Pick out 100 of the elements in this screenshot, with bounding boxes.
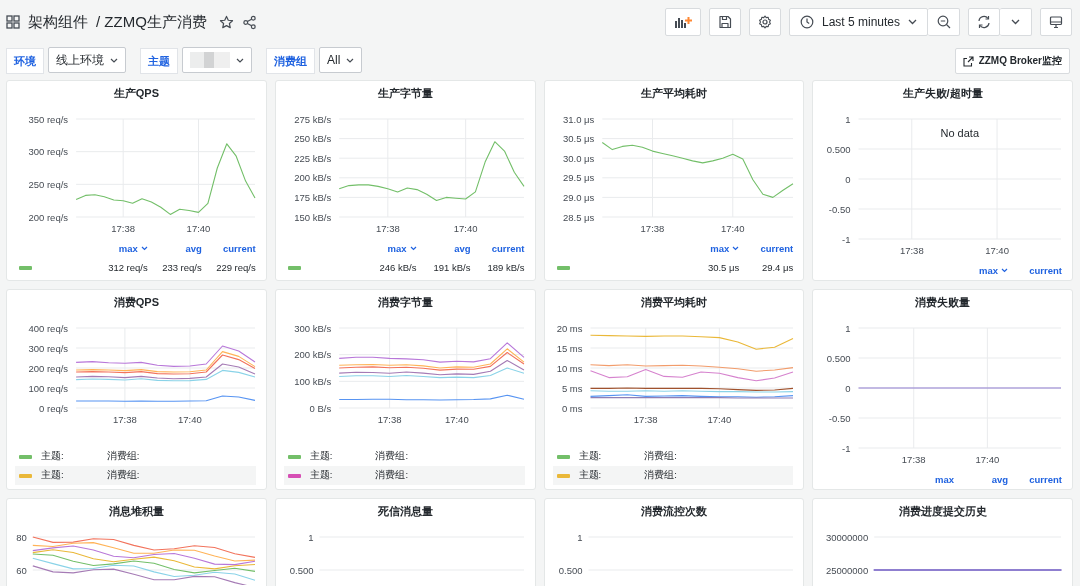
legend-label: 主题: (309, 450, 333, 463)
axis-label: 0.500 (826, 352, 851, 364)
caret-icon (908, 19, 917, 25)
legend-column-header[interactable]: current (739, 243, 794, 254)
axis-label: 100 kB/s (294, 375, 331, 387)
time-range-picker[interactable]: Last 5 minutes (788, 8, 928, 36)
axis-label: 300 req/s (28, 146, 69, 158)
tv-mode-button[interactable] (1040, 8, 1072, 36)
axis-label: 0 ms (561, 402, 582, 414)
dashboards-icon[interactable] (6, 15, 20, 29)
legend-label: 消费组: (106, 450, 140, 463)
legend-column-header[interactable]: avg (954, 474, 1008, 485)
legend-swatch[interactable] (556, 454, 570, 459)
axis-label: -1 (842, 442, 851, 454)
legend-column-header[interactable]: max (954, 265, 1008, 276)
axis-label: -0.50 (829, 203, 851, 215)
sort-caret-icon (732, 246, 740, 251)
panel-title: 生产字节量 (377, 85, 433, 101)
axis-label: -1 (842, 233, 851, 245)
axis-label: 0 req/s (39, 402, 69, 414)
axis-label: 350 req/s (28, 113, 69, 125)
legend-column-header[interactable]: avg (416, 243, 471, 254)
legend-value: 29.4 μs (760, 262, 794, 273)
monitor-icon (1049, 15, 1063, 29)
axis-label: 5 ms (561, 382, 582, 394)
legend-column-header[interactable]: avg (147, 243, 202, 254)
bar-chart-plus-icon (673, 15, 692, 29)
legend-swatch[interactable] (287, 473, 301, 478)
caret-icon (236, 57, 244, 63)
variable-dropdown[interactable]: 线上环境 (48, 47, 126, 73)
axis-label: 17:40 (975, 454, 1000, 465)
axis-label: 0 (845, 173, 851, 185)
zoom-out-button[interactable] (928, 8, 960, 36)
axis-label: 17:40 (706, 414, 731, 425)
no-data-message: No data (940, 127, 980, 139)
legend-swatch[interactable] (287, 265, 301, 270)
legend-value: 191 kB/s (432, 262, 471, 273)
legend-column-header[interactable]: max (93, 243, 148, 254)
settings-button[interactable] (748, 8, 781, 36)
legend-column-header[interactable]: current (201, 243, 256, 254)
sort-caret-icon (409, 246, 417, 251)
refresh-icon (977, 15, 991, 29)
legend-swatch[interactable] (19, 473, 32, 478)
axis-label: 29.0 μs (562, 191, 594, 203)
axis-label: 200 kB/s (294, 172, 331, 184)
axis-label: -0.50 (829, 412, 851, 424)
axis-label: 1 (307, 531, 314, 543)
axis-label: 150 kB/s (294, 211, 331, 223)
axis-label: 250 req/s (28, 178, 69, 190)
caret-icon (1011, 19, 1020, 25)
breadcrumb-folder[interactable]: 架构组件 (28, 12, 88, 32)
add-panel-button[interactable] (664, 8, 701, 36)
legend-column-header[interactable]: current (1008, 265, 1062, 276)
save-icon (717, 15, 732, 29)
axis-label: 0.500 (289, 564, 314, 576)
variable-label: 消费组 (266, 48, 315, 74)
panel-title: 消费平均耗时 (640, 294, 707, 310)
legend-label: 消费组: (375, 450, 409, 463)
save-button[interactable] (708, 8, 741, 36)
axis-label: 17:38 (900, 245, 924, 256)
axis-label: 300 kB/s (294, 322, 331, 334)
legend-column-header[interactable]: max (685, 243, 740, 254)
panel-title: 死信消息量 (377, 503, 433, 519)
dashboard-link[interactable]: ZZMQ Broker监控 (954, 48, 1070, 74)
axis-label: 1 (576, 531, 582, 543)
legend-swatch[interactable] (19, 265, 32, 270)
axis-label: 17:40 (178, 414, 202, 425)
legend-value: 189 kB/s (486, 262, 525, 273)
legend-swatch[interactable] (556, 473, 570, 478)
panel-title: 消费QPS (113, 294, 159, 310)
axis-label: 31.0 μs (562, 113, 594, 125)
axis-label: 17:38 (640, 223, 664, 234)
sort-caret-icon (140, 246, 148, 251)
axis-label: 29.5 μs (562, 172, 594, 184)
axis-label: 20 ms (556, 322, 582, 334)
variable-dropdown[interactable]: All (319, 47, 363, 73)
legend-column-header[interactable]: max (362, 243, 417, 254)
panel-title: 消费失败量 (915, 294, 971, 310)
axis-label: 400 req/s (28, 322, 69, 334)
legend-value: 30.5 μs (706, 262, 740, 273)
share-icon[interactable] (241, 14, 257, 30)
legend-swatch[interactable] (19, 454, 32, 459)
legend-swatch[interactable] (556, 265, 570, 270)
legend-column-header[interactable]: current (1008, 474, 1062, 485)
legend-column-header[interactable]: max (900, 474, 954, 485)
legend-value: 312 req/s (107, 262, 148, 273)
legend-label: 主题: (578, 469, 602, 482)
panel-title: 消费进度提交历史 (898, 503, 987, 519)
legend-label: 消费组: (106, 469, 140, 482)
legend-value: 246 kB/s (378, 262, 417, 273)
refresh-button[interactable] (968, 8, 1000, 36)
star-icon[interactable] (218, 14, 234, 30)
axis-label: 17:40 (444, 414, 469, 425)
panel-title: 消费流控次数 (640, 503, 707, 519)
axis-label: 10 ms (556, 362, 582, 374)
legend-column-header[interactable]: current (470, 243, 525, 254)
legend-label: 主题: (41, 469, 64, 482)
legend-swatch[interactable] (287, 454, 301, 459)
axis-label: 17:38 (902, 454, 926, 465)
external-link-icon (962, 55, 974, 67)
